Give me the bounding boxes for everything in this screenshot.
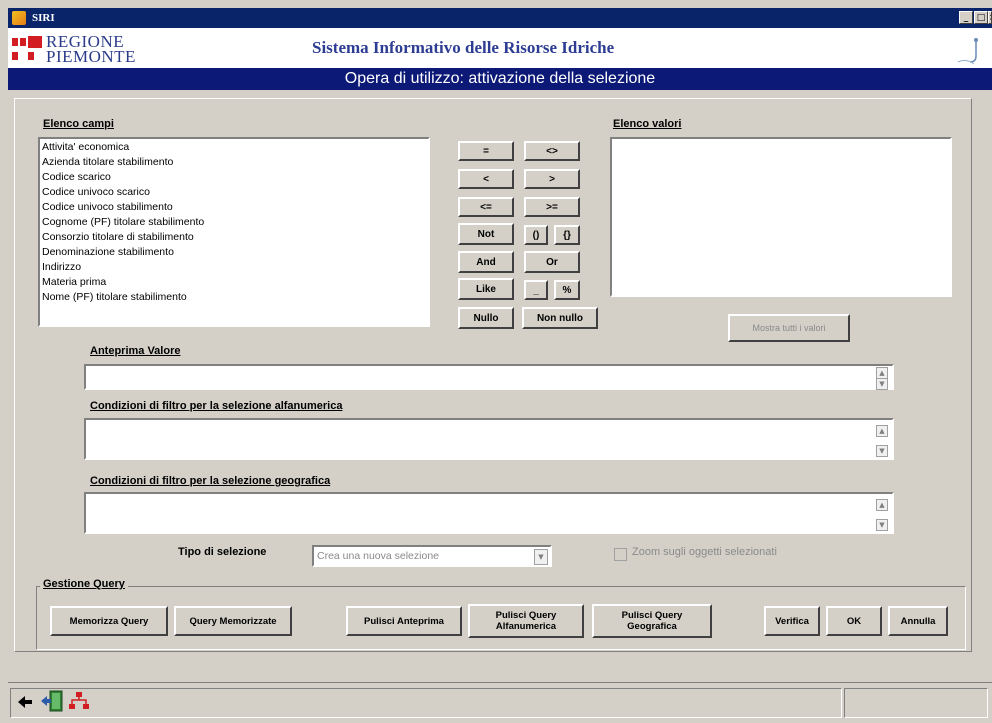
clear-geo-line1: Pulisci Query xyxy=(621,610,683,621)
cancel-button[interactable]: Annulla xyxy=(888,606,948,636)
list-item[interactable]: Nome (PF) titolare stabilimento xyxy=(42,290,426,305)
fields-list: Attivita' economica Azienda titolare stab… xyxy=(42,140,426,305)
back-arrow-icon[interactable] xyxy=(16,694,34,710)
less-than-button[interactable]: < xyxy=(458,169,514,189)
scroll-down-icon[interactable]: ▼ xyxy=(876,519,888,531)
preview-textbox[interactable]: ▲ ▼ xyxy=(84,364,894,390)
logo-text: REGIONE PIEMONTE xyxy=(46,33,136,66)
query-group-legend: Gestione Query xyxy=(40,578,128,590)
ok-button[interactable]: OK xyxy=(826,606,882,636)
list-item[interactable]: Materia prima xyxy=(42,275,426,290)
not-button[interactable]: Not xyxy=(458,223,514,245)
fields-label: Elenco campi xyxy=(43,118,114,130)
exit-door-icon[interactable] xyxy=(40,690,64,712)
minimize-button[interactable]: _ xyxy=(959,11,973,24)
network-icon[interactable] xyxy=(68,690,90,712)
geo-filter-textbox[interactable]: ▲ ▼ xyxy=(84,492,894,534)
greater-equal-button[interactable]: >= xyxy=(524,197,580,217)
clear-geo-query-button[interactable]: Pulisci Query Geografica xyxy=(592,604,712,638)
zoom-checkbox[interactable] xyxy=(614,548,627,561)
greater-than-button[interactable]: > xyxy=(524,169,580,189)
chevron-down-icon[interactable]: ▼ xyxy=(534,549,548,565)
percent-button[interactable]: % xyxy=(554,280,580,300)
list-item[interactable]: Denominazione stabilimento xyxy=(42,245,426,260)
page-subtitle: Opera di utilizzo: attivazione della sel… xyxy=(8,68,992,90)
scroll-down-icon[interactable]: ▼ xyxy=(876,445,888,457)
clear-alpha-line2: Alfanumerica xyxy=(495,621,557,632)
list-item[interactable]: Codice univoco stabilimento xyxy=(42,200,426,215)
close-button[interactable]: × xyxy=(988,11,992,24)
values-label: Elenco valori xyxy=(613,118,682,130)
clear-alpha-line1: Pulisci Query xyxy=(495,610,557,621)
list-item[interactable]: Codice scarico xyxy=(42,170,426,185)
maximize-button[interactable]: □ xyxy=(974,11,988,24)
preview-label: Anteprima Valore xyxy=(90,345,181,357)
geo-filter-label: Condizioni di filtro per la selezione ge… xyxy=(90,475,331,487)
list-item[interactable]: Cognome (PF) titolare stabilimento xyxy=(42,215,426,230)
system-title: Sistema Informativo delle Risorse Idrich… xyxy=(312,38,615,57)
clear-geo-line2: Geografica xyxy=(627,621,677,632)
list-item[interactable]: Indirizzo xyxy=(42,260,426,275)
status-panel-main xyxy=(10,688,842,718)
show-all-values-button[interactable]: Mostra tutti i valori xyxy=(728,314,850,342)
alpha-filter-label: Condizioni di filtro per la selezione al… xyxy=(90,400,343,412)
list-item[interactable]: Attivita' economica xyxy=(42,140,426,155)
not-null-button[interactable]: Non nullo xyxy=(522,307,598,329)
clear-preview-button[interactable]: Pulisci Anteprima xyxy=(346,606,462,636)
null-button[interactable]: Nullo xyxy=(458,307,514,329)
underscore-button[interactable]: _ xyxy=(524,280,548,300)
less-equal-button[interactable]: <= xyxy=(458,197,514,217)
scroll-up-icon[interactable]: ▲ xyxy=(876,425,888,437)
list-item[interactable]: Azienda titolare stabilimento xyxy=(42,155,426,170)
braces-button[interactable]: {} xyxy=(554,225,580,245)
saved-queries-button[interactable]: Query Memorizzate xyxy=(174,606,292,636)
selection-type-label: Tipo di selezione xyxy=(178,546,267,558)
scroll-down-icon[interactable]: ▼ xyxy=(876,378,888,390)
parentheses-button[interactable]: () xyxy=(524,225,548,245)
selection-type-dropdown[interactable]: Crea una nuova selezione ▼ xyxy=(312,545,552,567)
verify-button[interactable]: Verifica xyxy=(764,606,820,636)
or-button[interactable]: Or xyxy=(524,251,580,273)
status-panel-right xyxy=(844,688,988,718)
logo-line-2: PIEMONTE xyxy=(46,47,136,66)
water-logo-icon xyxy=(957,38,978,65)
equals-button[interactable]: = xyxy=(458,141,514,161)
app-icon xyxy=(12,11,26,25)
and-button[interactable]: And xyxy=(458,251,514,273)
zoom-label: Zoom sugli oggetti selezionati xyxy=(632,546,777,558)
list-item[interactable]: Consorzio titolare di stabilimento xyxy=(42,230,426,245)
window-title-bar[interactable]: SIRI _ □ × xyxy=(8,8,992,28)
regione-piemonte-logo-icon xyxy=(12,36,42,66)
save-query-button[interactable]: Memorizza Query xyxy=(50,606,168,636)
selection-type-value: Crea una nuova selezione xyxy=(317,550,440,562)
values-listbox[interactable] xyxy=(610,137,952,297)
not-equals-button[interactable]: <> xyxy=(524,141,580,161)
scroll-up-icon[interactable]: ▲ xyxy=(876,499,888,511)
window-title: SIRI xyxy=(32,12,55,24)
list-item[interactable]: Codice univoco scarico xyxy=(42,185,426,200)
alpha-filter-textbox[interactable]: ▲ ▼ xyxy=(84,418,894,460)
like-button[interactable]: Like xyxy=(458,278,514,300)
clear-alpha-query-button[interactable]: Pulisci Query Alfanumerica xyxy=(468,604,584,638)
fields-listbox[interactable]: Attivita' economica Azienda titolare stab… xyxy=(38,137,430,327)
